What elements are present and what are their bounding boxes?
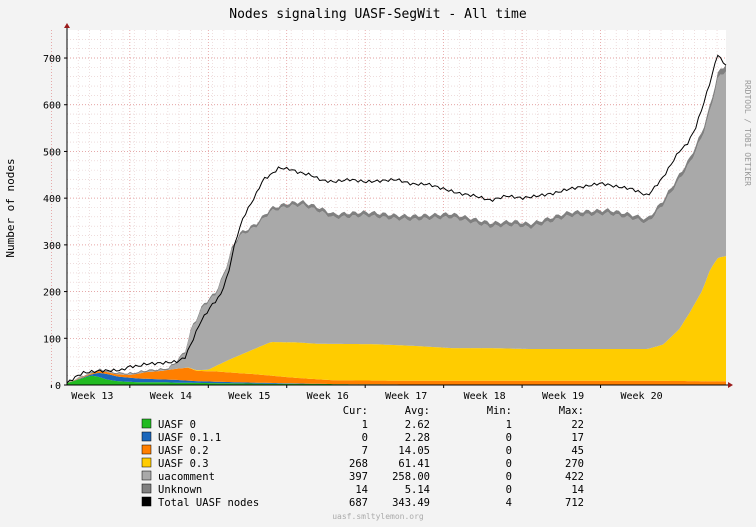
y-tick-label: 300	[43, 241, 61, 252]
legend-value: 45	[571, 445, 584, 457]
legend-swatch	[141, 496, 152, 507]
x-tick-label: Week 20	[620, 391, 662, 402]
legend-label: Total UASF nodes	[158, 497, 259, 509]
legend-value: 712	[565, 497, 584, 509]
legend-value: 2.62	[405, 419, 430, 431]
legend: Cur: Avg: Min: Max: UASF 0 1 2.62 1 22 UASF 0.1.1…	[141, 405, 584, 509]
y-tick-label: 600	[43, 101, 61, 112]
legend-value: 268	[349, 458, 368, 470]
legend-label: Unknown	[158, 484, 202, 496]
y-tick-label: 0	[55, 381, 61, 392]
legend-swatch	[141, 457, 152, 468]
stats-header: Cur:	[343, 405, 368, 417]
legend-value: 0	[362, 432, 368, 444]
legend-label: UASF 0.3	[158, 458, 209, 470]
side-label: RRDTOOL / TOBI OETIKER	[743, 80, 752, 186]
legend-value: 270	[565, 458, 584, 470]
legend-swatch	[141, 444, 152, 455]
legend-label: UASF 0.2	[158, 445, 209, 457]
legend-label: UASF 0.1.1	[158, 432, 221, 444]
legend-value: 687	[349, 497, 368, 509]
legend-value: 343.49	[392, 497, 430, 509]
x-tick-label: Week 17	[385, 391, 427, 402]
legend-value: 422	[565, 471, 584, 483]
y-tick-label: 700	[43, 54, 61, 65]
legend-value: 17	[571, 432, 584, 444]
legend-swatch	[141, 418, 152, 429]
legend-value: 0	[506, 432, 512, 444]
chart: Nodes signaling UASF-SegWit - All time R…	[4, 7, 752, 521]
legend-value: 61.41	[398, 458, 430, 470]
legend-label: uacomment	[158, 471, 215, 483]
x-axis-arrow	[728, 382, 733, 388]
x-tick-label: Week 19	[542, 391, 584, 402]
legend-value: 397	[349, 471, 368, 483]
legend-label: UASF 0	[158, 419, 196, 431]
legend-swatch	[141, 483, 152, 494]
y-axis-arrow	[64, 23, 70, 28]
legend-value: 14.05	[398, 445, 430, 457]
legend-value: 4	[506, 497, 512, 509]
x-tick-label: Week 14	[150, 391, 192, 402]
y-tick-label: 400	[43, 194, 61, 205]
stats-header: Max:	[559, 405, 584, 417]
y-tick-label: 500	[43, 147, 61, 158]
x-tick-label: Week 16	[307, 391, 349, 402]
stats-header: Min:	[487, 405, 512, 417]
legend-value: 1	[506, 419, 512, 431]
legend-value: 1	[362, 419, 368, 431]
legend-value: 5.14	[405, 484, 430, 496]
legend-value: 0	[506, 445, 512, 457]
legend-value: 22	[571, 419, 584, 431]
stats-header: Avg:	[405, 405, 430, 417]
y-tick-label: 100	[43, 334, 61, 345]
y-axis-label: Number of nodes	[4, 158, 17, 257]
legend-swatch	[141, 431, 152, 442]
legend-value: 0	[506, 484, 512, 496]
legend-value: 0	[506, 471, 512, 483]
x-tick-label: Week 18	[464, 391, 506, 402]
legend-value: 14	[355, 484, 368, 496]
x-tick-label: Week 13	[71, 391, 113, 402]
chart-title: Nodes signaling UASF-SegWit - All time	[229, 7, 527, 22]
legend-value: 0	[506, 458, 512, 470]
x-tick-label: Week 15	[228, 391, 270, 402]
legend-swatch	[141, 470, 152, 481]
legend-value: 258.00	[392, 471, 430, 483]
y-tick-label: 200	[43, 288, 61, 299]
footer: uasf.smltylemon.org	[332, 512, 424, 521]
legend-value: 14	[571, 484, 584, 496]
legend-value: 2.28	[405, 432, 430, 444]
legend-value: 7	[362, 445, 368, 457]
